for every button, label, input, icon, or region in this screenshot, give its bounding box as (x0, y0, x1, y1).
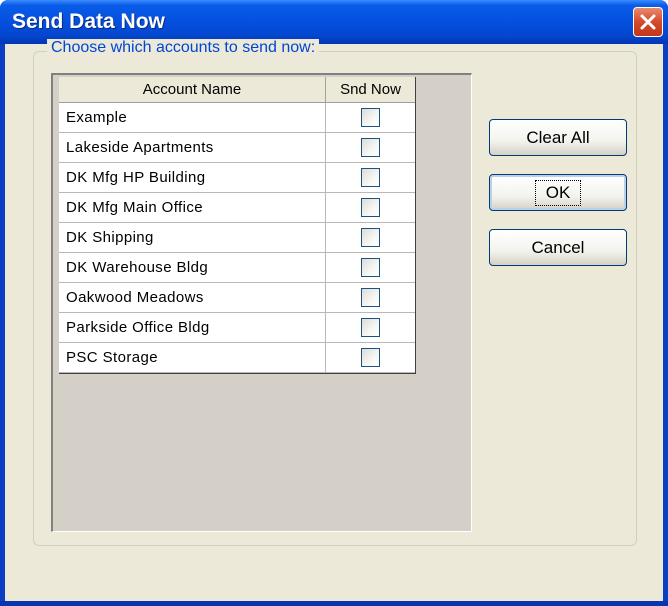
account-name-cell[interactable]: DK Shipping (59, 223, 326, 252)
dialog-window: Send Data Now Choose which accounts to s… (0, 0, 668, 606)
table-row[interactable]: Example (59, 103, 415, 133)
send-now-cell (326, 283, 415, 312)
close-icon (640, 14, 656, 30)
send-now-checkbox[interactable] (361, 288, 380, 307)
accounts-grid[interactable]: Account Name Snd Now Example Lakeside Apa… (51, 73, 472, 532)
send-now-checkbox[interactable] (361, 168, 380, 187)
send-now-cell (326, 193, 415, 222)
table-row[interactable]: Lakeside Apartments (59, 133, 415, 163)
window-frame-bottom (0, 601, 668, 606)
account-name-cell[interactable]: PSC Storage (59, 343, 326, 372)
ok-label: OK (534, 179, 582, 206)
table-header: Account Name Snd Now (59, 77, 415, 103)
account-name-cell[interactable]: Lakeside Apartments (59, 133, 326, 162)
account-name-cell[interactable]: DK Mfg Main Office (59, 193, 326, 222)
account-name-cell[interactable]: Oakwood Meadows (59, 283, 326, 312)
send-now-checkbox[interactable] (361, 138, 380, 157)
send-now-checkbox[interactable] (361, 348, 380, 367)
clear-all-button[interactable]: Clear All (489, 119, 627, 156)
send-now-checkbox[interactable] (361, 198, 380, 217)
send-now-cell (326, 223, 415, 252)
close-button[interactable] (633, 7, 663, 37)
group-label: Choose which accounts to send now: (47, 39, 320, 57)
table-row[interactable]: DK Mfg HP Building (59, 163, 415, 193)
window-title: Send Data Now (12, 10, 165, 33)
send-now-checkbox[interactable] (361, 318, 380, 337)
table-row[interactable]: Parkside Office Bldg (59, 313, 415, 343)
send-now-cell (326, 133, 415, 162)
account-name-cell[interactable]: Parkside Office Bldg (59, 313, 326, 342)
send-now-cell (326, 163, 415, 192)
table-row[interactable]: DK Warehouse Bldg (59, 253, 415, 283)
send-now-cell (326, 313, 415, 342)
table-row[interactable]: PSC Storage (59, 343, 415, 373)
column-header-account-name[interactable]: Account Name (59, 77, 326, 102)
accounts-table: Account Name Snd Now Example Lakeside Apa… (59, 77, 416, 374)
account-name-cell[interactable]: DK Warehouse Bldg (59, 253, 326, 282)
account-name-cell[interactable]: DK Mfg HP Building (59, 163, 326, 192)
send-now-checkbox[interactable] (361, 228, 380, 247)
table-row[interactable]: Oakwood Meadows (59, 283, 415, 313)
ok-button[interactable]: OK (489, 174, 627, 211)
table-row[interactable]: DK Mfg Main Office (59, 193, 415, 223)
cancel-label: Cancel (531, 237, 585, 257)
column-header-send-now[interactable]: Snd Now (326, 77, 415, 102)
account-name-cell[interactable]: Example (59, 103, 326, 132)
send-now-checkbox[interactable] (361, 108, 380, 127)
cancel-button[interactable]: Cancel (489, 229, 627, 266)
table-row[interactable]: DK Shipping (59, 223, 415, 253)
clear-all-label: Clear All (526, 127, 590, 147)
send-now-cell (326, 343, 415, 372)
send-now-cell (326, 253, 415, 282)
title-bar[interactable]: Send Data Now (0, 0, 668, 44)
send-now-cell (326, 103, 415, 132)
send-now-checkbox[interactable] (361, 258, 380, 277)
